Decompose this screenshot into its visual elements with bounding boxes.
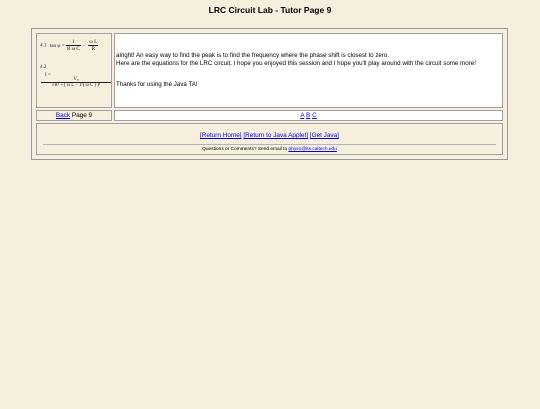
get-java-link[interactable]: [Get Java] — [310, 132, 339, 139]
equations-image: 4.1 tan φ = 1 R ω C − ω L R 4.2 I = V₀ √… — [36, 33, 112, 108]
page-nav: Back Page 9 — [36, 110, 112, 121]
back-link[interactable]: Back — [56, 112, 70, 119]
fraction: 1 R ω C — [65, 39, 81, 52]
return-home-link[interactable]: [Return Home] — [200, 132, 242, 139]
equation-number: 4.1 — [40, 42, 47, 49]
contact-line: Questions or Comments? Send email to phy… — [37, 147, 502, 152]
email-link[interactable]: phys1@its.caltech.edu — [289, 147, 337, 152]
content-table: 4.1 tan φ = 1 R ω C − ω L R 4.2 I = V₀ √… — [34, 31, 505, 157]
equation-4-1: 4.1 tan φ = 1 R ω C − ω L R — [40, 39, 99, 52]
tutor-text: alright! An easy way to find the peak is… — [114, 33, 503, 108]
tutor-panel: 4.1 tan φ = 1 R ω C − ω L R 4.2 I = V₀ √… — [31, 28, 508, 160]
divider — [43, 144, 496, 145]
fraction: ω L R — [88, 39, 99, 52]
link-b[interactable]: B — [306, 112, 310, 119]
equation-lhs: tan φ = — [49, 42, 65, 49]
page-title: LRC Circuit Lab - Tutor Page 9 — [208, 5, 332, 15]
paragraph: Here are the equations for the LRC circu… — [116, 59, 476, 67]
equation-4-2-number: 4.2 — [40, 64, 47, 70]
paragraph: alright! An easy way to find the peak is… — [116, 52, 390, 60]
link-c[interactable]: C — [312, 112, 317, 119]
footer: [Return Home] [Return to Java Applet] [G… — [36, 123, 503, 155]
contact-text: Questions or Comments? Send email to — [202, 147, 288, 152]
link-a[interactable]: A — [300, 112, 304, 119]
return-applet-link[interactable]: [Return to Java Applet] — [243, 132, 308, 139]
footer-links: [Return Home] [Return to Java Applet] [G… — [37, 132, 502, 139]
page-indicator: Page 9 — [71, 112, 93, 119]
paragraph: Thanks for using the Java TA! — [116, 81, 198, 89]
section-links: A B C — [114, 110, 503, 121]
equation-4-2: V₀ √R² + ( ω L − 1/( ω C ) )² — [41, 76, 111, 88]
